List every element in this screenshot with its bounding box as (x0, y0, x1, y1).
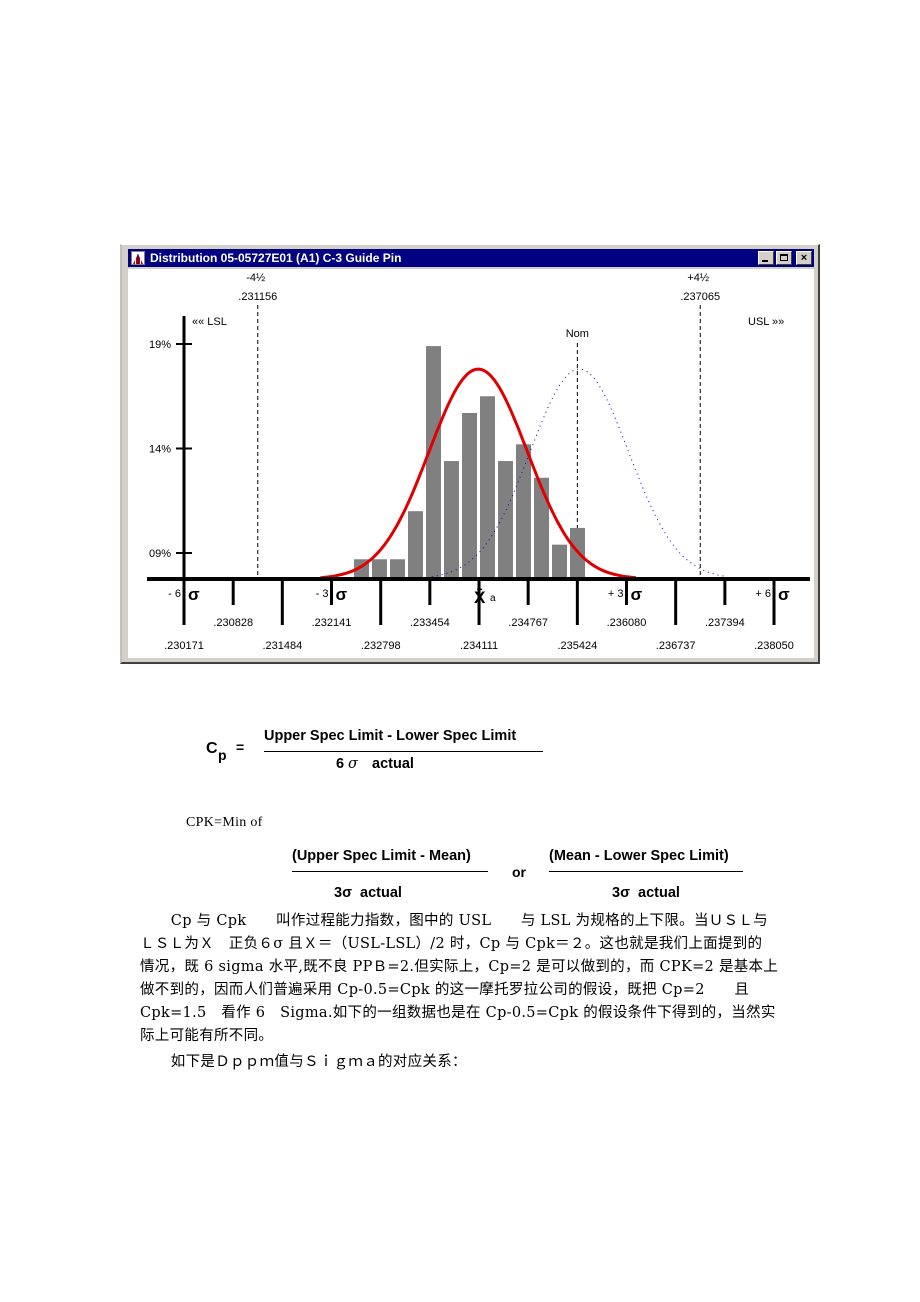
cp-formula: C p = Upper Spec Limit - Lower Spec Limi… (206, 728, 551, 780)
distribution-window: Distribution 05-05727E01 (A1) C-3 Guide … (120, 244, 820, 664)
x-tick-label: .232798 (361, 640, 401, 652)
minus-4-5-sigma-value: .231156 (238, 291, 277, 303)
minimize-icon (762, 260, 768, 262)
cpk-formula: (Upper Spec Limit - Mean) 3σ actual or (… (290, 846, 750, 906)
x-tick-label: .234111 (460, 640, 498, 652)
cp-denominator-sigma: σ (348, 756, 358, 772)
histogram-bar (444, 461, 459, 579)
sigma-symbol: σ (336, 585, 348, 604)
usl-label: USL »» (748, 316, 784, 328)
distribution-chart-icon (131, 251, 145, 265)
cp-denominator-6: 6 (336, 756, 345, 772)
paragraph-line: 如下是Ｄｐｐｍ值与Ｓｉｇｍａ的对应关系： (156, 1054, 467, 1070)
x-tick-label: .230171 (164, 640, 204, 652)
cpk-left-numerator: (Upper Spec Limit - Mean) (292, 848, 471, 864)
x-tick-label: .236737 (656, 640, 696, 652)
cp-equals: = (236, 739, 245, 755)
sigma-mark-prefix: + 6 (755, 588, 771, 600)
sigma-symbol: σ (778, 585, 790, 604)
close-button[interactable]: × (796, 251, 812, 265)
mean-symbol: X̄ (474, 588, 486, 607)
histogram-bar (552, 544, 567, 579)
paragraph-line: ＬＳＬ为Ｘ 正负６σ 且Ｘ＝（USL-LSL）/2 时，Cp 与 Cpk＝２。这… (140, 936, 763, 952)
paragraph-line: 情况，既 6 sigma 水平,既不良 PPＢ=2.但实际上，Cp=2 是可以做… (140, 959, 779, 975)
histogram-bar (534, 477, 549, 579)
x-tick-label: .233454 (410, 617, 450, 629)
window-title: Distribution 05-05727E01 (A1) C-3 Guide … (150, 251, 402, 265)
cpk-left-fraction-bar (292, 871, 488, 872)
cpk-left-denominator: 3σ actual (334, 885, 402, 901)
maximize-button[interactable] (776, 251, 792, 265)
histogram-bar (390, 559, 405, 579)
y-tick-label: 14% (149, 444, 171, 456)
minus-4-5-sigma-label: -4½ (246, 272, 265, 284)
cp-symbol: C (206, 740, 218, 757)
nominal-label: Nom (566, 328, 589, 340)
x-tick-label: .234767 (508, 617, 548, 629)
mean-subscript: a (490, 593, 496, 604)
x-tick-label: .237394 (705, 617, 745, 629)
histogram-bar (408, 511, 423, 579)
x-tick-label: .230828 (213, 617, 253, 629)
x-tick-label: .232141 (312, 617, 352, 629)
paragraph-line: Cp 与 Cpk 叫作过程能力指数，图中的 USL 与 LSL 为规格的上下限。… (156, 913, 768, 929)
sigma-symbol: σ (188, 585, 200, 604)
cp-subscript: p (218, 747, 227, 763)
chart-area: -4½ .231156 +4½ .237065 Nom «« LSL USL »… (128, 269, 814, 658)
histogram-bar (498, 461, 513, 579)
plus-4-5-sigma-label: +4½ (687, 272, 709, 284)
sigma-mark-prefix: + 3 (608, 588, 624, 600)
sigma-mark-prefix: - 3 (316, 588, 329, 600)
cpk-or: or (512, 864, 526, 880)
plus-4-5-sigma-value: .237065 (680, 291, 720, 303)
actual-distribution-curve (320, 367, 637, 580)
close-icon: × (800, 252, 808, 264)
paragraph-line: Cpk=1.5 看作 6 Sigma.如下的一组数据也是在 Cp-0.5=Cpk… (140, 1005, 776, 1021)
y-tick-label: 19% (149, 339, 171, 351)
minimize-button[interactable] (758, 251, 774, 265)
histogram-bar (462, 412, 477, 579)
cpk-label: CPK=Min of (186, 815, 263, 830)
cpk-right-numerator: (Mean - Lower Spec Limit) (549, 848, 729, 864)
paragraph-line: 际上可能有所不同。 (140, 1028, 274, 1044)
cp-fraction-bar (264, 751, 543, 752)
histogram-bar (480, 396, 495, 579)
histogram-bar (372, 559, 387, 579)
sigma-mark-prefix: - 6 (168, 588, 181, 600)
distribution-chart: -4½ .231156 +4½ .237065 Nom «« LSL USL »… (147, 272, 810, 652)
x-tick-label: .231484 (262, 640, 302, 652)
y-tick-label: 09% (149, 548, 171, 560)
maximize-icon (780, 254, 788, 261)
window-controls: × (758, 251, 812, 265)
cp-denominator-actual: actual (372, 756, 414, 772)
sigma-symbol: σ (630, 585, 642, 604)
x-tick-label: .235424 (557, 640, 597, 652)
x-tick-label: .236080 (607, 617, 647, 629)
cpk-right-fraction-bar (549, 871, 743, 872)
histogram-bar (516, 444, 531, 579)
cp-numerator: Upper Spec Limit - Lower Spec Limit (264, 728, 517, 744)
lsl-label: «« LSL (192, 316, 227, 328)
x-tick-label: .238050 (754, 640, 794, 652)
mean-marker: X̄ a (474, 588, 496, 607)
paragraph-line: 做不到的，因而人们普遍采用 Cp-0.5=Cpk 的这一摩托罗拉公司的假设，既把… (140, 982, 750, 998)
window-title-bar[interactable]: Distribution 05-05727E01 (A1) C-3 Guide … (128, 249, 814, 267)
cpk-right-denominator: 3σ actual (612, 885, 680, 901)
histogram-bar (426, 346, 441, 579)
